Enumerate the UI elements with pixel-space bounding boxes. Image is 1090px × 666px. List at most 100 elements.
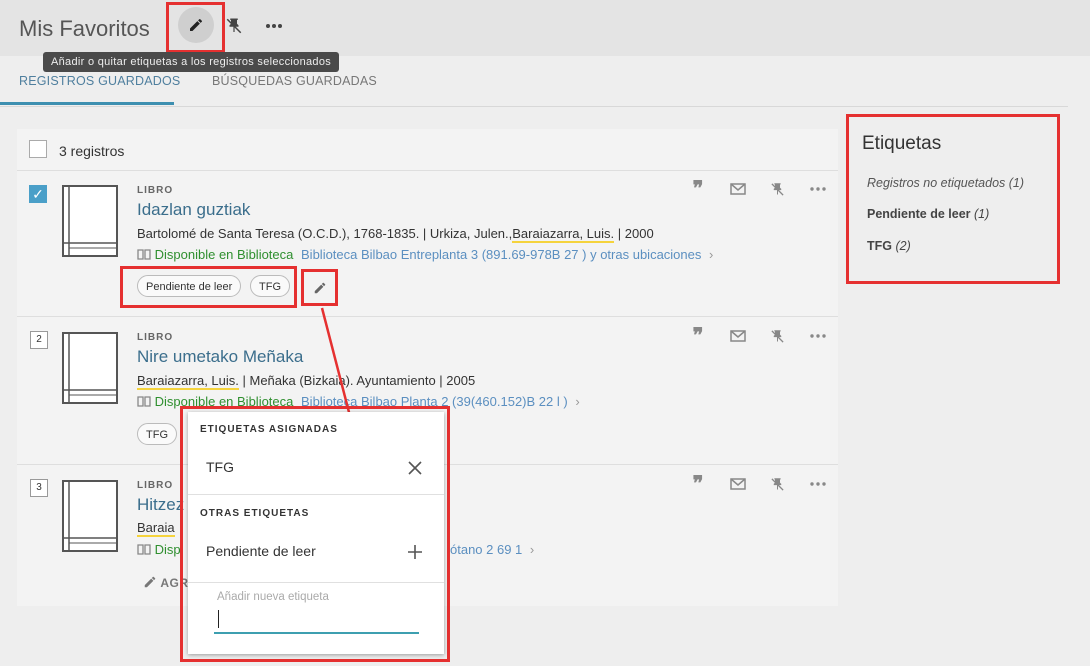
record-number: 2 — [30, 331, 48, 349]
sidebar-item-tfg[interactable]: TFG (2) — [867, 239, 911, 253]
edit-record-tags-button[interactable] — [309, 277, 330, 298]
sidebar-item-count: (1) — [1008, 176, 1025, 190]
more-icon — [266, 24, 282, 28]
cite-button[interactable]: ❞ — [689, 473, 707, 495]
pencil-icon — [190, 18, 203, 31]
other-tags-heading: OTRAS ETIQUETAS — [200, 508, 310, 519]
book-icon — [62, 332, 118, 404]
book-open-icon — [137, 396, 151, 407]
close-icon — [408, 461, 422, 475]
availability-line[interactable]: Disponible en Biblioteca Biblioteca Bilb… — [137, 247, 713, 262]
unpin-icon — [770, 329, 784, 343]
unpin-record-button[interactable] — [768, 328, 786, 344]
book-icon — [62, 480, 118, 552]
unpin-record-button[interactable] — [768, 476, 786, 492]
quote-icon: ❞ — [692, 473, 704, 495]
highlighted-author: Baraiazarra, Luis. — [137, 373, 239, 390]
unpin-icon — [226, 18, 242, 34]
chevron-right-icon: › — [529, 542, 535, 557]
record-authors: Bartolomé de Santa Teresa (O.C.D.), 1768… — [137, 226, 513, 241]
record-more-button[interactable] — [809, 328, 827, 344]
unpin-record-button[interactable] — [768, 181, 786, 197]
availability-line[interactable]: Disp — [137, 542, 181, 557]
pencil-icon — [314, 282, 325, 293]
chevron-right-icon: › — [709, 247, 714, 262]
email-button[interactable] — [729, 328, 747, 344]
record-meta: Baraiazarra, Luis. | Meñaka (Bizkaia). A… — [137, 373, 475, 390]
sidebar-item-count: (2) — [895, 239, 911, 253]
record-checkbox[interactable]: ✓ — [29, 185, 47, 203]
popup-divider — [188, 494, 444, 495]
edit-tags-button[interactable] — [178, 7, 214, 43]
chevron-right-icon: › — [575, 394, 580, 409]
mail-icon — [730, 330, 746, 342]
new-tag-input[interactable] — [214, 608, 419, 634]
record-title[interactable]: Idazlan guztiak — [137, 200, 250, 220]
sidebar-item-untagged[interactable]: Registros no etiquetados (1) — [867, 176, 1024, 190]
more-options-button[interactable] — [262, 14, 286, 38]
sidebar-item-label: Pendiente de leer — [867, 207, 971, 221]
unpin-icon — [770, 182, 784, 196]
new-tag-placeholder: Añadir nueva etiqueta — [217, 591, 329, 603]
record-number: 3 — [30, 479, 48, 497]
tag-chip[interactable]: TFG — [137, 423, 177, 445]
plus-icon — [408, 545, 422, 559]
tag-chip[interactable]: Pendiente de leer — [137, 275, 242, 297]
location-link[interactable]: Biblioteca Bilbao Entreplanta 3 (891.69-… — [301, 247, 701, 262]
availability-status: Disponible en Biblioteca — [154, 247, 294, 262]
record-title[interactable]: Nire umetako Meñaka — [137, 347, 303, 367]
availability-status: Disp — [154, 542, 181, 557]
book-open-icon — [137, 249, 151, 260]
sidebar-item-label: TFG — [867, 239, 892, 253]
remove-tag-button[interactable] — [404, 457, 426, 479]
record-type: LIBRO — [137, 480, 174, 491]
results-toolbar — [17, 129, 838, 171]
page-title: Mis Favoritos — [19, 16, 150, 41]
sidebar-title: Etiquetas — [862, 133, 942, 154]
more-icon — [810, 482, 826, 486]
record-more-button[interactable] — [809, 181, 827, 197]
record-count: 3 registros — [59, 143, 125, 159]
sidebar-item-count: (1) — [974, 207, 990, 221]
mail-icon — [730, 183, 746, 195]
cite-button[interactable]: ❞ — [689, 325, 707, 347]
add-tag-plus-button[interactable] — [404, 541, 426, 563]
cite-button[interactable]: ❞ — [689, 178, 707, 200]
pencil-icon — [144, 576, 156, 588]
location-link-fragment[interactable]: ótano 2 69 1 › — [450, 542, 534, 557]
quote-icon: ❞ — [692, 178, 704, 200]
tab-saved-records[interactable]: REGISTROS GUARDADOS — [19, 74, 180, 88]
mail-icon — [730, 478, 746, 490]
quote-icon: ❞ — [692, 325, 704, 347]
email-button[interactable] — [729, 476, 747, 492]
record-title[interactable]: Hitzez — [137, 495, 184, 515]
unpin-icon — [770, 477, 784, 491]
tab-saved-searches[interactable]: BÚSQUEDAS GUARDADAS — [212, 74, 377, 88]
sidebar-item-label: Registros no etiquetados — [867, 176, 1006, 190]
other-tag-label: Pendiente de leer — [206, 543, 316, 559]
record-more-button[interactable] — [809, 476, 827, 492]
book-open-icon — [137, 544, 151, 555]
email-button[interactable] — [729, 181, 747, 197]
unpin-button[interactable] — [222, 14, 246, 38]
book-icon — [62, 185, 118, 257]
more-icon — [810, 334, 826, 338]
record-type: LIBRO — [137, 332, 174, 343]
highlighted-author: Baraiazarra, Luis. — [512, 226, 615, 243]
more-icon — [810, 187, 826, 191]
assigned-tag-label: TFG — [206, 459, 234, 475]
text-cursor — [218, 610, 219, 628]
select-all-checkbox[interactable] — [29, 140, 47, 158]
highlighted-author: Baraia — [137, 520, 175, 537]
tag-chip[interactable]: TFG — [250, 275, 290, 297]
location-link[interactable]: ótano 2 69 1 — [450, 542, 522, 557]
record-year: | 2000 — [614, 226, 654, 241]
popup-divider — [188, 582, 444, 583]
assigned-tags-heading: ETIQUETAS ASIGNADAS — [200, 424, 338, 435]
row-divider — [17, 316, 838, 317]
record-type: LIBRO — [137, 185, 174, 196]
active-tab-indicator — [0, 102, 174, 105]
record-meta: Bartolomé de Santa Teresa (O.C.D.), 1768… — [137, 226, 654, 243]
sidebar-item-pendiente[interactable]: Pendiente de leer (1) — [867, 207, 989, 221]
record-meta: Baraia — [137, 520, 175, 537]
